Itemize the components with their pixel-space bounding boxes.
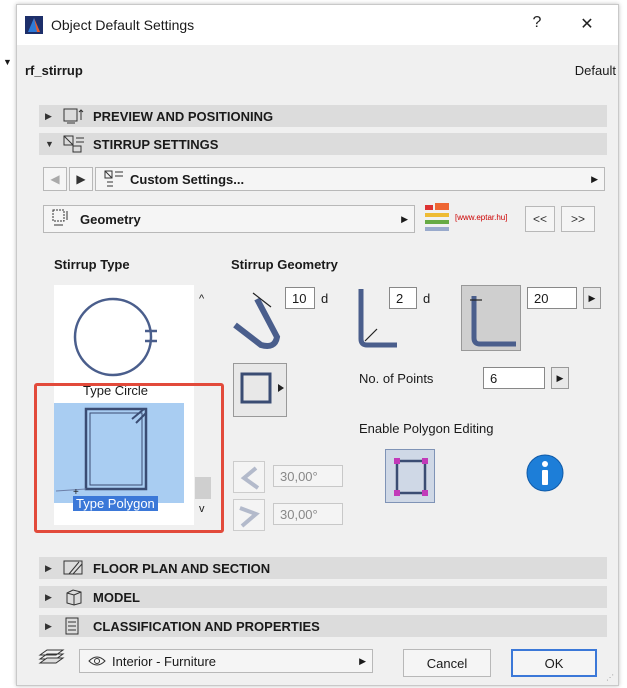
hook-option-button[interactable] bbox=[461, 285, 521, 351]
prev-page-button[interactable]: ◀ bbox=[43, 167, 67, 191]
cancel-button[interactable]: Cancel bbox=[403, 649, 491, 677]
collapse-arrow-icon: ▼ bbox=[45, 139, 54, 149]
section-model[interactable]: ▶ MODEL bbox=[39, 586, 607, 608]
dropdown-arrow-icon: ▶ bbox=[591, 173, 598, 184]
geometry-label: Geometry bbox=[80, 211, 141, 227]
dropdown-arrow-icon: ▶ bbox=[359, 655, 366, 666]
enable-polygon-label: Enable Polygon Editing bbox=[359, 421, 494, 436]
default-label: Default bbox=[574, 63, 616, 78]
enable-polygon-toggle[interactable] bbox=[385, 449, 435, 503]
info-icon[interactable] bbox=[525, 453, 565, 493]
stirrup-settings-icon bbox=[63, 135, 84, 153]
custom-settings-icon bbox=[104, 170, 123, 187]
section-classification-label: CLASSIFICATION AND PROPERTIES bbox=[93, 618, 320, 634]
eptar-logo-text: [www.eptar.hu] bbox=[455, 213, 508, 222]
hook-stepper-button[interactable]: ▶ bbox=[583, 287, 601, 309]
highlight-annotation-box bbox=[34, 383, 224, 533]
no-points-input[interactable]: 6 bbox=[483, 367, 545, 389]
next-panel-button[interactable]: >> bbox=[561, 206, 595, 232]
bend-radius-unit: d bbox=[423, 291, 431, 306]
angle-start-icon-box bbox=[233, 461, 265, 493]
custom-settings-label: Custom Settings... bbox=[130, 171, 245, 187]
prev-panel-button[interactable]: << bbox=[525, 206, 555, 232]
angle-start-input[interactable]: 30,00° bbox=[273, 465, 343, 487]
no-points-label: No. of Points bbox=[359, 371, 434, 386]
dropdown-arrow-icon: ▶ bbox=[401, 213, 408, 224]
expand-arrow-icon: ▶ bbox=[45, 562, 52, 573]
stirrup-circle-icon bbox=[73, 297, 157, 377]
expand-arrow-icon: ▶ bbox=[45, 110, 52, 121]
layer-dropdown[interactable]: Interior - Furniture ▶ bbox=[79, 649, 373, 673]
section-preview[interactable]: ▶ PREVIEW AND POSITIONING bbox=[39, 105, 607, 127]
eptar-logo[interactable]: [www.eptar.hu] bbox=[423, 203, 507, 235]
section-preview-label: PREVIEW AND POSITIONING bbox=[93, 108, 274, 124]
hook-icon bbox=[470, 296, 516, 347]
bend-radius-input[interactable]: 2 bbox=[389, 287, 417, 309]
section-stirrup-settings[interactable]: ▼ STIRRUP SETTINGS bbox=[39, 133, 607, 155]
archicad-app-icon bbox=[25, 16, 43, 34]
model-cube-icon bbox=[66, 589, 82, 606]
angle-start-icon bbox=[240, 466, 260, 490]
shape-picker-button[interactable] bbox=[233, 363, 287, 417]
square-shape-icon bbox=[240, 372, 284, 404]
stirrup-geometry-heading: Stirrup Geometry bbox=[231, 257, 338, 272]
window-title: Object Default Settings bbox=[51, 17, 195, 33]
stirrup-type-heading: Stirrup Type bbox=[54, 257, 130, 272]
expand-arrow-icon: ▶ bbox=[45, 591, 52, 602]
section-stirrup-label: STIRRUP SETTINGS bbox=[93, 136, 219, 152]
geometry-page-dropdown[interactable]: Geometry ▶ bbox=[43, 205, 415, 233]
section-classification[interactable]: ▶ CLASSIFICATION AND PROPERTIES bbox=[39, 615, 607, 637]
help-button[interactable]: ? bbox=[525, 14, 549, 32]
next-page-button[interactable]: ▶ bbox=[69, 167, 93, 191]
resize-grip-icon[interactable]: ⋰ bbox=[606, 673, 616, 683]
bend-length-icon bbox=[233, 292, 281, 349]
eye-visible-icon bbox=[88, 656, 106, 666]
layer-stack-icon bbox=[38, 649, 65, 664]
object-name: rf_stirrup bbox=[25, 63, 83, 78]
preview-icon bbox=[63, 108, 84, 124]
bend-length-input[interactable]: 10 bbox=[285, 287, 315, 309]
collapse-indicator-icon: ▼ bbox=[3, 57, 12, 67]
classification-icon bbox=[65, 617, 79, 635]
bend-length-unit: d bbox=[321, 291, 329, 306]
section-floor-plan[interactable]: ▶ FLOOR PLAN AND SECTION bbox=[39, 557, 607, 579]
polygon-edit-icon bbox=[394, 458, 428, 496]
angle-end-icon bbox=[239, 506, 260, 528]
no-points-stepper-button[interactable]: ▶ bbox=[551, 367, 569, 389]
ok-button[interactable]: OK bbox=[511, 649, 597, 677]
close-button[interactable]: ✕ bbox=[575, 14, 599, 34]
angle-end-icon-box bbox=[233, 499, 265, 531]
layer-label: Interior - Furniture bbox=[112, 653, 217, 669]
angle-end-input[interactable]: 30,00° bbox=[273, 503, 343, 525]
expand-arrow-icon: ▶ bbox=[45, 620, 52, 631]
scroll-up-icon[interactable]: ^ bbox=[199, 293, 204, 305]
section-model-label: MODEL bbox=[93, 589, 140, 605]
eptar-logo-graphic bbox=[425, 203, 449, 231]
section-floor-plan-label: FLOOR PLAN AND SECTION bbox=[93, 560, 271, 576]
title-bar: Object Default Settings ? ✕ bbox=[17, 5, 618, 45]
object-default-settings-dialog: Object Default Settings ? ✕ ▼ rf_stirrup… bbox=[3, 4, 619, 686]
hook-input[interactable]: 20 bbox=[527, 287, 577, 309]
floor-plan-icon bbox=[63, 560, 83, 575]
geometry-icon bbox=[52, 209, 68, 226]
custom-settings-dropdown[interactable]: Custom Settings... ▶ bbox=[95, 167, 605, 191]
